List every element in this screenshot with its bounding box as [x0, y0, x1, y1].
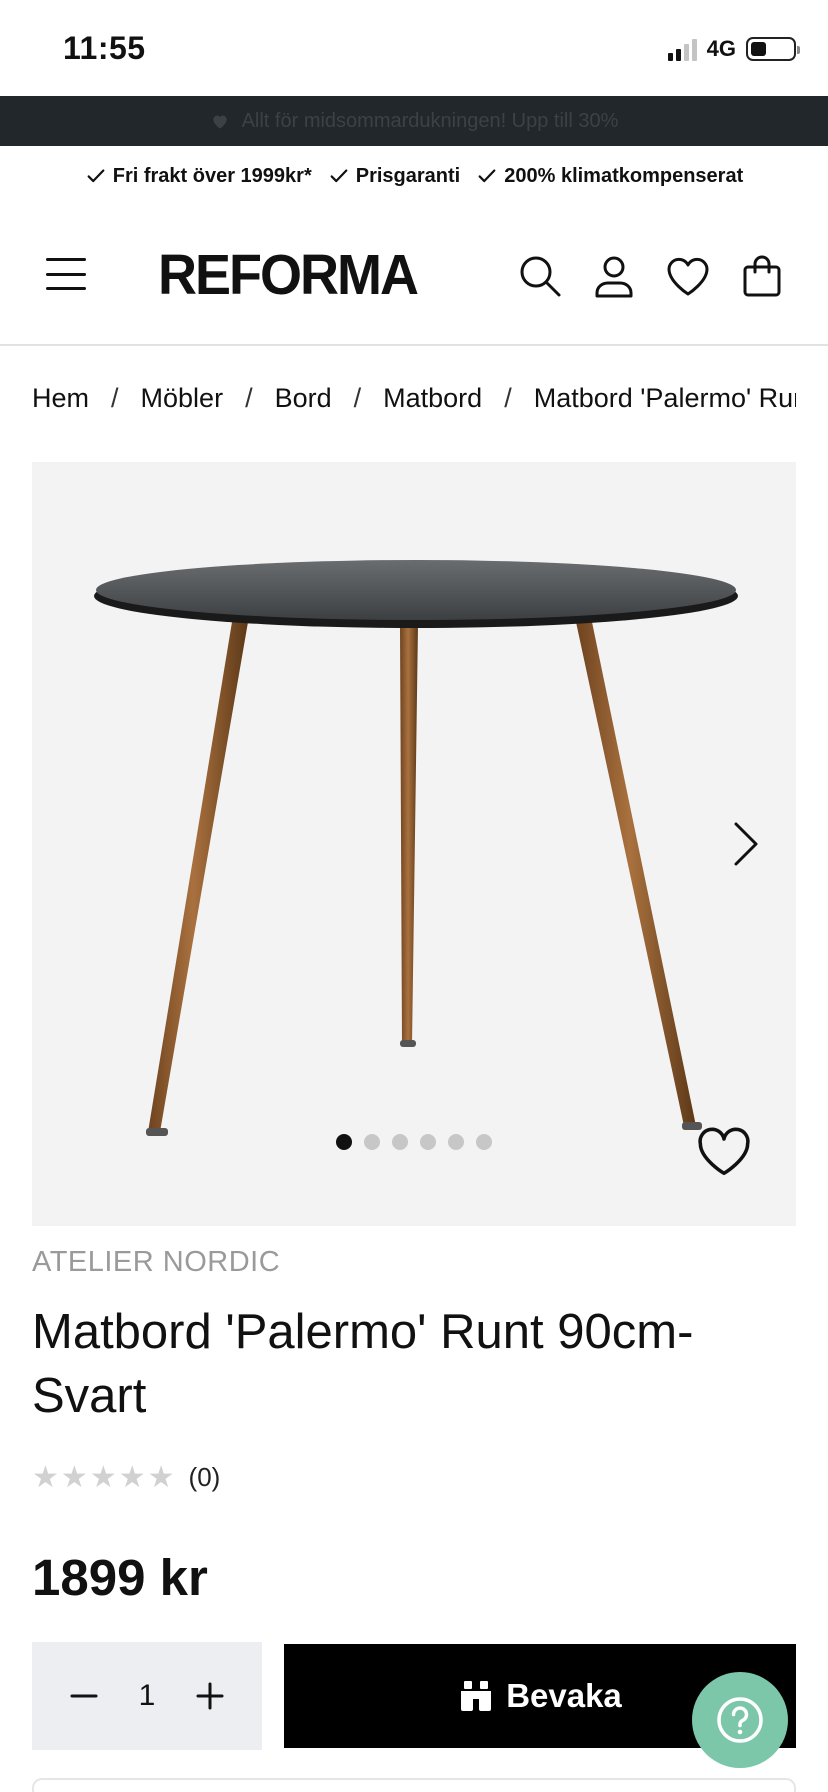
check-icon [330, 169, 348, 183]
gallery-dot[interactable] [420, 1134, 436, 1150]
rating-stars: ★ ★ ★ ★ ★ [32, 1460, 175, 1494]
usp-item: Prisgaranti [328, 165, 460, 188]
star-icon: ★ [60, 1460, 88, 1494]
hamburger-icon[interactable] [44, 252, 88, 296]
status-time: 11:55 [63, 30, 146, 66]
question-icon [717, 1697, 763, 1743]
star-icon: ★ [32, 1460, 59, 1494]
signal-icon [667, 37, 697, 61]
chevron-right-icon[interactable] [720, 812, 770, 876]
breadcrumb-separator: / [111, 382, 119, 413]
decrease-quantity-button[interactable] [64, 1676, 104, 1716]
minus-icon [70, 1694, 98, 1698]
check-icon [478, 169, 496, 183]
increase-quantity-button[interactable] [190, 1676, 230, 1716]
bag-icon[interactable] [736, 250, 788, 302]
plus-icon [196, 1682, 224, 1710]
star-icon: ★ [147, 1460, 175, 1494]
breadcrumb-current: Matbord 'Palermo' Runt 90cm-Svart [533, 382, 796, 413]
gallery-dot[interactable] [336, 1134, 352, 1150]
product-price: 1899 kr [32, 1549, 208, 1606]
user-icon[interactable] [588, 250, 640, 302]
usp-item: Fri frakt över 1999kr* [85, 165, 312, 188]
quantity-stepper: 1 [32, 1642, 262, 1750]
gallery-dot[interactable] [392, 1134, 408, 1150]
search-icon[interactable] [514, 250, 566, 302]
breadcrumb-separator: / [504, 382, 512, 413]
add-to-wishlist-button[interactable] [692, 1122, 756, 1182]
status-bar: 11:55 4G [0, 0, 828, 96]
gallery-dot[interactable] [364, 1134, 380, 1150]
breadcrumb-item[interactable]: Bord [275, 383, 332, 414]
product-title: Matbord 'Palermo' Runt 90cm-Svart [32, 1305, 694, 1423]
promo-text: Allt för midsommardukningen! Upp till 30… [241, 109, 619, 132]
usp-label: Prisgaranti [355, 164, 461, 187]
usp-label: Fri frakt över 1999kr* [112, 164, 312, 187]
heart-icon [212, 115, 227, 129]
check-icon [87, 169, 105, 183]
usp-label: 200% klimatkompenserat [504, 164, 744, 187]
rating-count: (0) [188, 1462, 221, 1492]
usp-bar: Fri frakt över 1999kr* Prisgaranti 200% … [0, 146, 828, 206]
site-logo[interactable]: REFORMA [158, 242, 419, 307]
promo-banner[interactable]: Allt för midsommardukningen! Upp till 30… [0, 96, 828, 146]
gallery-pagination [336, 1134, 492, 1150]
breadcrumb: Hem / Möbler / Bord / Matbord / Matbord … [32, 378, 796, 418]
heart-icon [698, 1127, 750, 1176]
star-icon: ★ [89, 1460, 117, 1494]
quantity-value[interactable]: 1 [139, 1679, 156, 1713]
usp-item: 200% klimatkompenserat [476, 165, 743, 188]
heart-icon[interactable] [662, 250, 714, 302]
star-icon: ★ [118, 1460, 146, 1494]
network-type: 4G [706, 36, 736, 61]
product-brand[interactable]: ATELIER NORDIC [32, 1246, 280, 1279]
breadcrumb-separator: / [353, 382, 362, 413]
product-rating[interactable]: ★ ★ ★ ★ ★ (0) [32, 1462, 220, 1493]
breadcrumb-item[interactable]: Matbord [383, 383, 482, 414]
gallery-dot[interactable] [476, 1134, 492, 1150]
gallery-dot[interactable] [448, 1134, 464, 1150]
breadcrumb-item[interactable]: Hem [32, 383, 89, 414]
watch-button-label: Bevaka [506, 1677, 622, 1714]
product-image-gallery[interactable] [32, 462, 796, 1226]
battery-icon [746, 37, 800, 61]
help-button[interactable] [692, 1672, 788, 1768]
status-indicators: 4G [667, 34, 800, 64]
site-header: REFORMA [0, 206, 828, 346]
breadcrumb-item[interactable]: Möbler [141, 383, 224, 414]
product-image [94, 560, 738, 1136]
next-section-edge [32, 1778, 796, 1792]
binoculars-icon [461, 1681, 492, 1711]
breadcrumb-separator: / [245, 382, 253, 413]
